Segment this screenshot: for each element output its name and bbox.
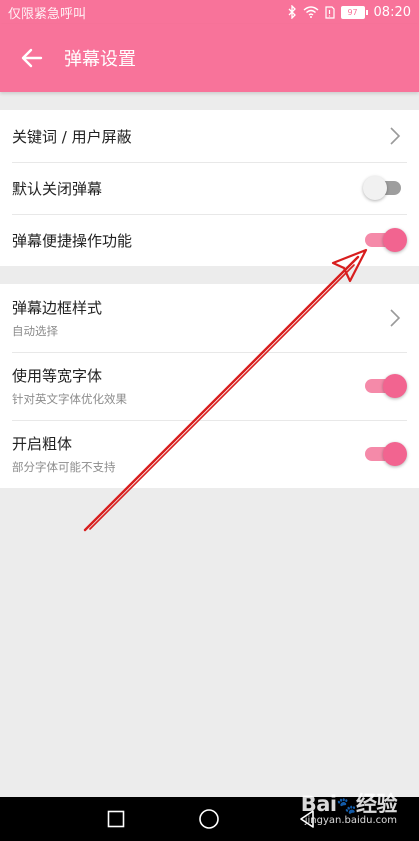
monospace-font-row: 使用等宽字体 针对英文字体优化效果 xyxy=(0,352,419,420)
recent-apps-button[interactable] xyxy=(96,797,136,841)
battery-level: 97 xyxy=(340,5,365,19)
row-sublabel: 自动选择 xyxy=(12,324,58,338)
row-label: 关键词 / 用户屏蔽 xyxy=(12,127,132,146)
row-label: 开启粗体 xyxy=(12,435,73,453)
row-label: 弹幕便捷操作功能 xyxy=(12,231,133,250)
paw-logo-icon: 🐾 xyxy=(336,796,357,815)
battery-icon: 97 xyxy=(340,5,368,19)
row-text: 使用等宽字体 针对英文字体优化效果 xyxy=(12,365,127,407)
default-close-danmaku-toggle[interactable] xyxy=(363,176,407,200)
baidu-jingyan-watermark: Bai🐾经验 jingyan.baidu.com xyxy=(300,788,398,826)
chevron-right-icon xyxy=(385,306,405,330)
bold-font-row: 开启粗体 部分字体可能不支持 xyxy=(0,420,419,488)
row-text: 开启粗体 部分字体可能不支持 xyxy=(12,433,116,475)
row-sublabel: 针对英文字体优化效果 xyxy=(12,392,127,406)
status-bar: 仅限紧急呼叫 97 08:20 xyxy=(0,0,419,24)
danmaku-border-style-row[interactable]: 弹幕边框样式 自动选择 xyxy=(0,284,419,352)
wifi-icon xyxy=(303,6,319,18)
watermark-site: jingyan.baidu.com xyxy=(304,815,397,826)
row-label: 弹幕边框样式 xyxy=(12,299,103,317)
home-button[interactable] xyxy=(189,797,229,841)
chevron-right-icon xyxy=(385,124,405,148)
status-time: 08:20 xyxy=(373,4,411,20)
default-close-danmaku-row: 默认关闭弹幕 xyxy=(0,162,419,214)
row-text: 弹幕边框样式 自动选择 xyxy=(12,297,102,339)
circle-home-icon xyxy=(199,809,219,829)
danmaku-quick-action-row: 弹幕便捷操作功能 xyxy=(0,214,419,266)
status-carrier-text: 仅限紧急呼叫 xyxy=(8,6,87,22)
settings-group-style: 弹幕边框样式 自动选择 使用等宽字体 针对英文字体优化效果 开启粗体 部分字体可… xyxy=(0,284,419,488)
watermark-brand: Bai🐾经验 xyxy=(300,792,398,816)
sim-icon xyxy=(324,5,335,19)
row-sublabel: 部分字体可能不支持 xyxy=(12,460,116,474)
app-bar: 弹幕设置 xyxy=(0,24,419,92)
row-label: 默认关闭弹幕 xyxy=(12,179,103,198)
bluetooth-icon xyxy=(287,5,297,19)
keyword-user-block-row[interactable]: 关键词 / 用户屏蔽 xyxy=(0,110,419,162)
danmaku-quick-action-toggle[interactable] xyxy=(363,228,407,252)
settings-group-danmaku: 关键词 / 用户屏蔽 默认关闭弹幕 弹幕便捷操作功能 xyxy=(0,110,419,266)
square-recent-icon xyxy=(107,810,125,828)
status-right-group: 97 08:20 xyxy=(287,5,411,20)
back-button[interactable] xyxy=(0,24,64,92)
arrow-left-icon xyxy=(21,48,43,68)
bold-font-toggle[interactable] xyxy=(363,442,407,466)
row-label: 使用等宽字体 xyxy=(12,367,103,385)
page-title: 弹幕设置 xyxy=(64,49,136,70)
monospace-font-toggle[interactable] xyxy=(363,374,407,398)
